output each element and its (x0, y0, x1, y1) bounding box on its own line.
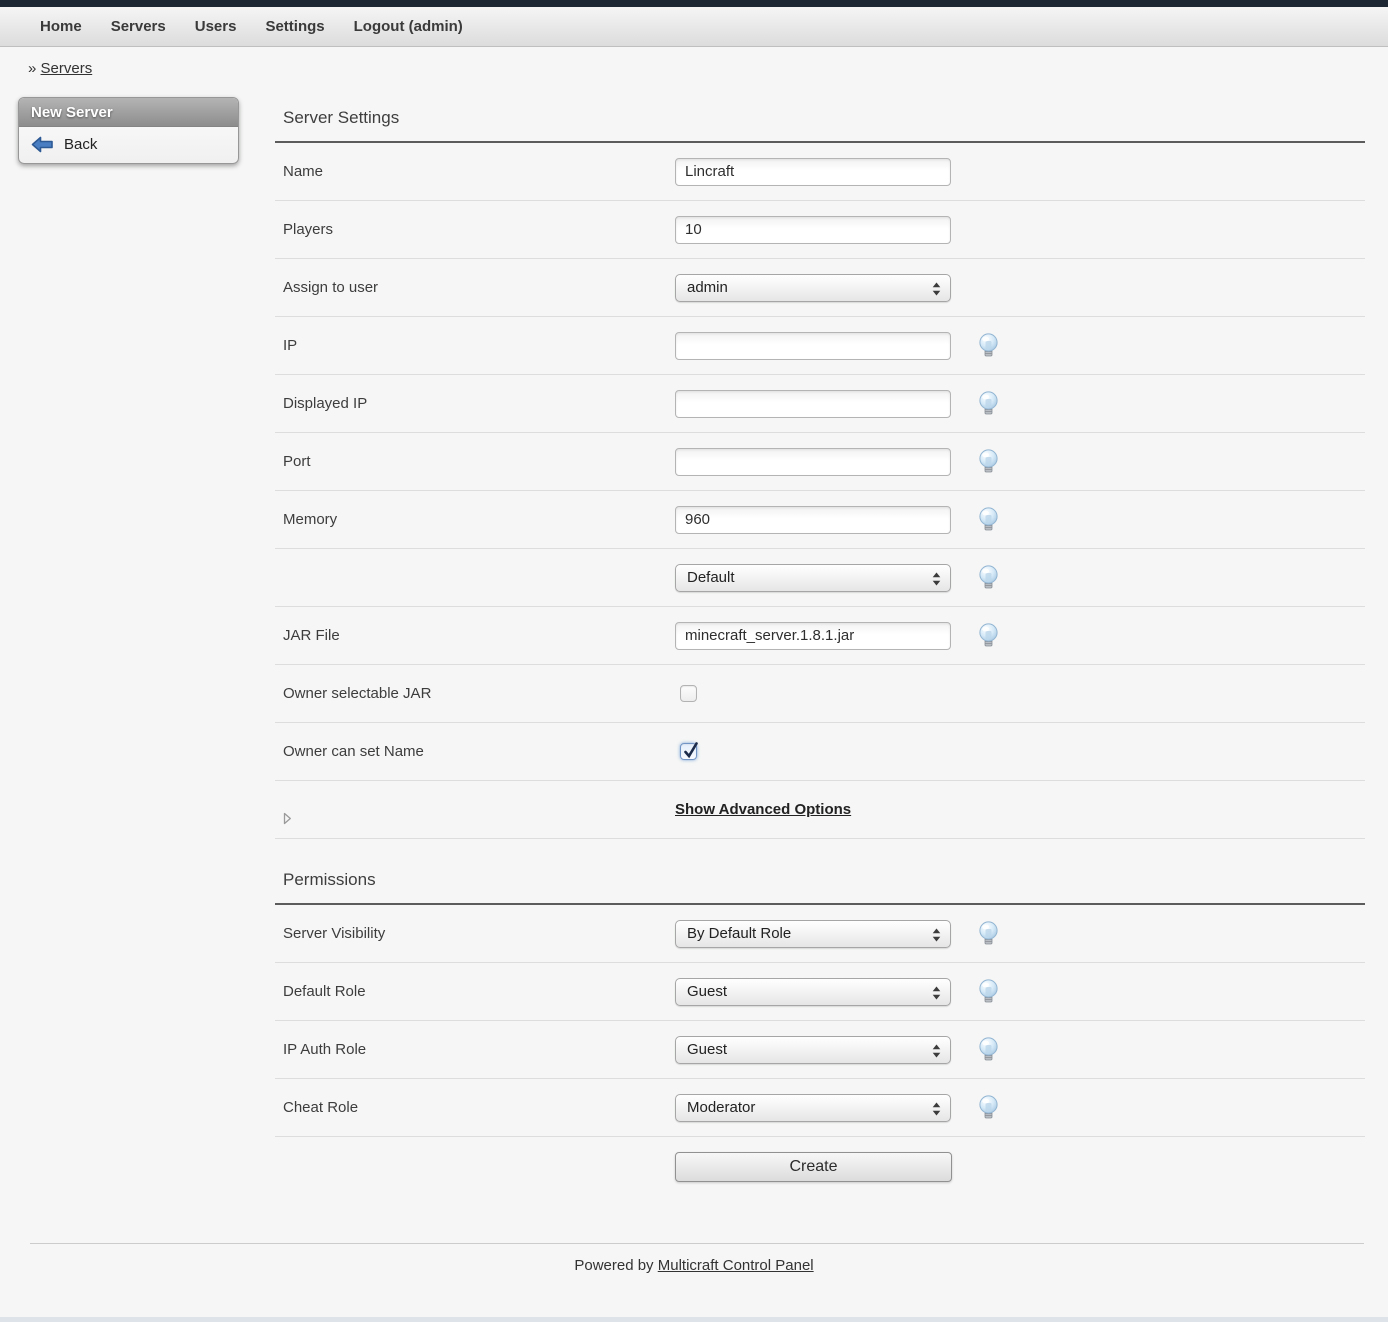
form-row-server-visibility: Server Visibility By Default Role (275, 905, 1365, 963)
advanced-options-link[interactable]: Show Advanced Options (675, 801, 851, 818)
new-server-panel: New Server Back (18, 97, 239, 164)
form-row-default-role: Default Role Guest (275, 963, 1365, 1021)
memory-preset-select[interactable]: Default (675, 564, 951, 592)
form-row-memory-preset: Default (275, 549, 1365, 607)
form-row-advanced-options: Show Advanced Options (275, 781, 1365, 839)
cheat-role-selected-value: Moderator (687, 1099, 755, 1116)
owner-can-set-name-checkbox[interactable] (680, 743, 697, 760)
nav-item-servers[interactable]: Servers (111, 18, 166, 35)
form-row-name: Name (275, 143, 1365, 201)
name-field[interactable] (675, 158, 951, 186)
footer-link-multicraft[interactable]: Multicraft Control Panel (658, 1257, 814, 1274)
memory-preset-selected-value: Default (687, 569, 735, 586)
select-stepper-arrows-icon (932, 1102, 941, 1116)
ip-auth-role-selected-value: Guest (687, 1041, 727, 1058)
field-label-displayed-ip: Displayed IP (275, 395, 675, 412)
check-mark-icon (682, 739, 701, 759)
back-label: Back (64, 136, 97, 153)
assign-to-user-select[interactable]: admin (675, 274, 951, 302)
form-row-ip-auth-role: IP Auth Role Guest (275, 1021, 1365, 1079)
field-label-cheat-role: Cheat Role (275, 1099, 675, 1116)
breadcrumb-link-servers[interactable]: Servers (41, 60, 93, 77)
select-stepper-arrows-icon (932, 986, 941, 1000)
nav-item-home[interactable]: Home (40, 18, 82, 35)
help-bulb-icon[interactable] (977, 507, 1000, 533)
ip-field[interactable] (675, 332, 951, 360)
permissions-title: Permissions (275, 870, 1365, 890)
expander-triangle-icon[interactable] (283, 795, 675, 825)
field-label-advanced-options (275, 795, 675, 825)
form-row-port: Port (275, 433, 1365, 491)
select-stepper-arrows-icon (932, 1044, 941, 1058)
back-button[interactable]: Back (19, 127, 238, 163)
help-bulb-icon[interactable] (977, 623, 1000, 649)
field-label-memory: Memory (275, 511, 675, 528)
field-label-owner-selectable-jar: Owner selectable JAR (275, 685, 675, 702)
field-label-server-visibility: Server Visibility (275, 925, 675, 942)
jar-file-field[interactable] (675, 622, 951, 650)
form-row-jar-file: JAR File (275, 607, 1365, 665)
help-bulb-icon[interactable] (977, 1095, 1000, 1121)
form-row-ip: IP (275, 317, 1365, 375)
field-label-port: Port (275, 453, 675, 470)
help-bulb-icon[interactable] (977, 921, 1000, 947)
help-bulb-icon[interactable] (977, 391, 1000, 417)
field-label-assign-to-user: Assign to user (275, 279, 675, 296)
server-settings-title: Server Settings (275, 108, 1365, 128)
displayed-ip-field[interactable] (675, 390, 951, 418)
back-arrow-icon (31, 136, 54, 153)
main-content: Server Settings Name Players Assign to use… (275, 108, 1365, 1197)
form-row-memory: Memory (275, 491, 1365, 549)
port-field[interactable] (675, 448, 951, 476)
nav-item-logout-admin[interactable]: Logout (admin) (354, 18, 463, 35)
field-label-default-role: Default Role (275, 983, 675, 1000)
nav-item-settings[interactable]: Settings (265, 18, 324, 35)
server-visibility-select[interactable]: By Default Role (675, 920, 951, 948)
server-settings-form: Name Players Assign to user admin IP Displaye… (275, 143, 1365, 839)
help-bulb-icon[interactable] (977, 979, 1000, 1005)
select-stepper-arrows-icon (932, 282, 941, 296)
create-row: Create (275, 1137, 1365, 1197)
form-row-assign-to-user: Assign to user admin (275, 259, 1365, 317)
permissions-form: Server Visibility By Default Role Default … (275, 905, 1365, 1137)
select-stepper-arrows-icon (932, 928, 941, 942)
field-label-name: Name (275, 163, 675, 180)
create-button[interactable]: Create (675, 1152, 952, 1182)
default-role-selected-value: Guest (687, 983, 727, 1000)
owner-selectable-jar-checkbox[interactable] (680, 685, 697, 702)
default-role-select[interactable]: Guest (675, 978, 951, 1006)
field-label-jar-file: JAR File (275, 627, 675, 644)
breadcrumb: » Servers (28, 60, 1388, 77)
help-bulb-icon[interactable] (977, 333, 1000, 359)
nav-item-users[interactable]: Users (195, 18, 237, 35)
panel-title: New Server (19, 98, 238, 127)
field-label-players: Players (275, 221, 675, 238)
server-visibility-selected-value: By Default Role (687, 925, 791, 942)
breadcrumb-symbol: » (28, 60, 36, 77)
memory-field[interactable] (675, 506, 951, 534)
form-row-displayed-ip: Displayed IP (275, 375, 1365, 433)
footer-text: Powered by (574, 1257, 653, 1274)
main-navigation: Home Servers Users Settings Logout (admin) (0, 7, 1388, 47)
help-bulb-icon[interactable] (977, 565, 1000, 591)
assign-to-user-selected-value: admin (687, 279, 728, 296)
players-field[interactable] (675, 216, 951, 244)
footer: Powered by Multicraft Control Panel (0, 1257, 1388, 1274)
help-bulb-icon[interactable] (977, 1037, 1000, 1063)
field-label-ip-auth-role: IP Auth Role (275, 1041, 675, 1058)
field-label-owner-can-set-name: Owner can set Name (275, 743, 675, 760)
cheat-role-select[interactable]: Moderator (675, 1094, 951, 1122)
top-accent-bar (0, 0, 1388, 7)
form-row-cheat-role: Cheat Role Moderator (275, 1079, 1365, 1137)
form-row-owner-can-set-name: Owner can set Name (275, 723, 1365, 781)
ip-auth-role-select[interactable]: Guest (675, 1036, 951, 1064)
field-label-ip: IP (275, 337, 675, 354)
select-stepper-arrows-icon (932, 572, 941, 586)
bottom-strip (0, 1317, 1388, 1322)
form-row-owner-selectable-jar: Owner selectable JAR (275, 665, 1365, 723)
footer-divider (30, 1243, 1364, 1244)
help-bulb-icon[interactable] (977, 449, 1000, 475)
form-row-players: Players (275, 201, 1365, 259)
